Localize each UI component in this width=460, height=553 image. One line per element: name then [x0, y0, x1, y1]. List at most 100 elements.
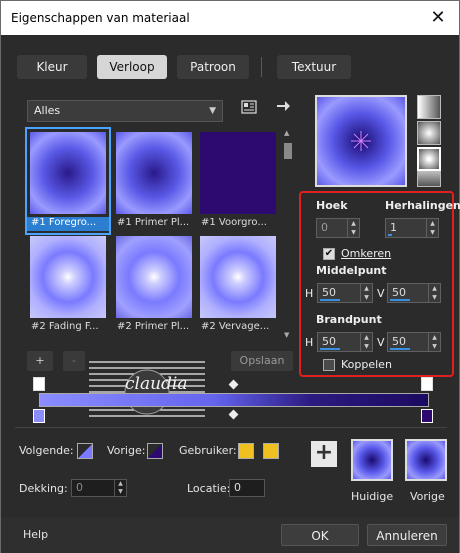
gradient-caption: #1 Foregro...	[27, 217, 109, 231]
angle-input[interactable]: 0 ▲ ▼	[316, 218, 360, 238]
library-scrollbar[interactable]: ▲ ▼	[283, 129, 293, 339]
tab-patroon[interactable]: Patroon	[177, 55, 249, 79]
tab-verloop[interactable]: Verloop	[97, 55, 167, 79]
location-label: Locatie:	[187, 482, 231, 495]
spin-arrows-icon[interactable]: ▲ ▼	[426, 219, 438, 237]
scroll-up-icon[interactable]: ▲	[284, 129, 289, 137]
category-value: Alles	[34, 104, 61, 117]
focus-h-value: 50	[322, 335, 336, 348]
gradient-thumb[interactable]: #2 Primer Pl...	[113, 233, 195, 337]
gradient-preview-large	[315, 95, 407, 187]
user-color-swatch[interactable]	[263, 443, 279, 459]
focus-label: Brandpunt	[316, 313, 382, 326]
add-to-swatches-button[interactable]: +	[311, 441, 337, 467]
add-gradient-button[interactable]: +	[27, 351, 53, 371]
title-bar: Eigenschappen van materiaal ✕	[1, 1, 459, 35]
remove-gradient-button[interactable]: -	[63, 351, 85, 371]
arrow-right-icon[interactable]	[275, 98, 291, 118]
spin-arrows-icon[interactable]: ▲ ▼	[360, 284, 372, 302]
gradient-stop-right[interactable]	[421, 409, 433, 423]
sunburst-style-button[interactable]	[417, 171, 441, 187]
linear-style-button[interactable]	[417, 95, 441, 119]
prev-color-swatch[interactable]	[147, 443, 163, 459]
save-gradient-button[interactable]: Opslaan	[231, 351, 293, 371]
spin-arrows-icon[interactable]: ▲ ▼	[114, 480, 126, 496]
gradient-thumb[interactable]: #1 Foregro...	[25, 127, 111, 235]
link-label[interactable]: Koppelen	[341, 358, 392, 371]
category-dropdown[interactable]: Alles ▼	[27, 100, 223, 122]
angle-value: 0	[321, 221, 328, 234]
gradient-thumb[interactable]: #1 Primer Pl...	[113, 129, 195, 233]
previous-preview[interactable]	[405, 439, 447, 481]
material-properties-dialog: Eigenschappen van materiaal ✕ Kleur Verl…	[0, 0, 460, 553]
spin-arrows-icon[interactable]: ▲ ▼	[428, 333, 440, 351]
location-input[interactable]: 0	[229, 479, 265, 497]
center-v-level	[390, 299, 410, 301]
tab-textuur[interactable]: Textuur	[277, 55, 351, 79]
spin-arrows-icon[interactable]: ▲ ▼	[360, 333, 372, 351]
help-button[interactable]: Help	[23, 528, 48, 541]
gradient-stop-left[interactable]	[33, 409, 45, 423]
opacity-label: Dekking:	[19, 482, 68, 495]
gradient-caption: #2 Primer Pl...	[117, 321, 190, 332]
user-color-swatch[interactable]	[238, 443, 254, 459]
angle-label: Hoek	[316, 199, 348, 212]
repeats-label: Herhalingen	[385, 199, 460, 212]
midpoint-diamond[interactable]	[228, 409, 239, 420]
focus-h-input[interactable]: 50 ▲ ▼	[317, 332, 373, 352]
center-star-icon	[351, 131, 371, 151]
window-title: Eigenschappen van materiaal	[11, 11, 190, 25]
gradient-thumb[interactable]: #2 Fading F...	[27, 233, 109, 337]
claudia-watermark: claudia	[89, 356, 205, 420]
focus-h-level	[320, 348, 340, 350]
tab-kleur[interactable]: Kleur	[17, 55, 87, 79]
center-label: Middelpunt	[316, 264, 387, 277]
previous-label: Vorige	[410, 490, 445, 503]
close-icon[interactable]: ✕	[427, 7, 449, 29]
gradient-preview	[30, 132, 106, 214]
focus-v-label: V	[377, 336, 385, 349]
gradient-thumb[interactable]: #1 Voorgro...	[197, 129, 279, 233]
next-color-swatch[interactable]	[77, 443, 93, 459]
repeats-input[interactable]: 1 ▲ ▼	[385, 218, 439, 238]
gradient-stop-top-right[interactable]	[421, 377, 433, 391]
repeats-level	[388, 234, 392, 236]
center-v-label: V	[377, 287, 385, 300]
dialog-footer: Help OK Annuleren	[1, 517, 459, 553]
repeats-value: 1	[390, 221, 397, 234]
center-h-level	[320, 299, 340, 301]
center-v-input[interactable]: 50 ▲ ▼	[387, 283, 441, 303]
current-label: Huidige	[351, 490, 394, 503]
tab-divider	[261, 57, 262, 77]
focus-v-input[interactable]: 50 ▲ ▼	[387, 332, 441, 352]
watermark-text: claudia	[125, 374, 188, 394]
scrollbar-thumb[interactable]	[284, 143, 292, 159]
gradient-bar[interactable]	[39, 393, 429, 407]
center-h-value: 50	[322, 286, 336, 299]
center-h-label: H	[305, 287, 314, 300]
gradient-thumb[interactable]: #2 Vervage...	[197, 233, 279, 337]
cancel-button[interactable]: Annuleren	[367, 524, 447, 546]
link-checkbox[interactable]	[323, 359, 335, 371]
opacity-input[interactable]: 0 ▲ ▼	[71, 479, 127, 497]
gradient-caption: #2 Vervage...	[201, 321, 270, 332]
next-label: Volgende:	[19, 444, 74, 457]
gradient-stop-top-left[interactable]	[33, 377, 45, 391]
scroll-down-icon[interactable]: ▼	[284, 331, 289, 339]
spin-arrows-icon[interactable]: ▲ ▼	[428, 284, 440, 302]
current-preview	[351, 439, 393, 481]
chevron-down-icon: ▼	[209, 106, 216, 116]
rectangular-style-button[interactable]	[417, 121, 441, 145]
spin-arrows-icon[interactable]: ▲ ▼	[347, 219, 359, 237]
center-h-input[interactable]: 50 ▲ ▼	[317, 283, 373, 303]
radial-style-button[interactable]	[417, 147, 441, 171]
focus-v-value: 50	[392, 335, 406, 348]
gradient-library: #1 Foregro... #1 Primer Pl... #1 Voorgro…	[25, 127, 279, 339]
library-icon[interactable]	[241, 99, 257, 119]
invert-label[interactable]: Omkeren	[341, 247, 391, 260]
invert-checkbox[interactable]: ✔	[323, 248, 335, 260]
midpoint-diamond[interactable]	[228, 379, 239, 390]
prev-label: Vorige:	[107, 444, 146, 457]
ok-button[interactable]: OK	[281, 524, 359, 546]
gradient-caption: #1 Voorgro...	[201, 217, 267, 228]
